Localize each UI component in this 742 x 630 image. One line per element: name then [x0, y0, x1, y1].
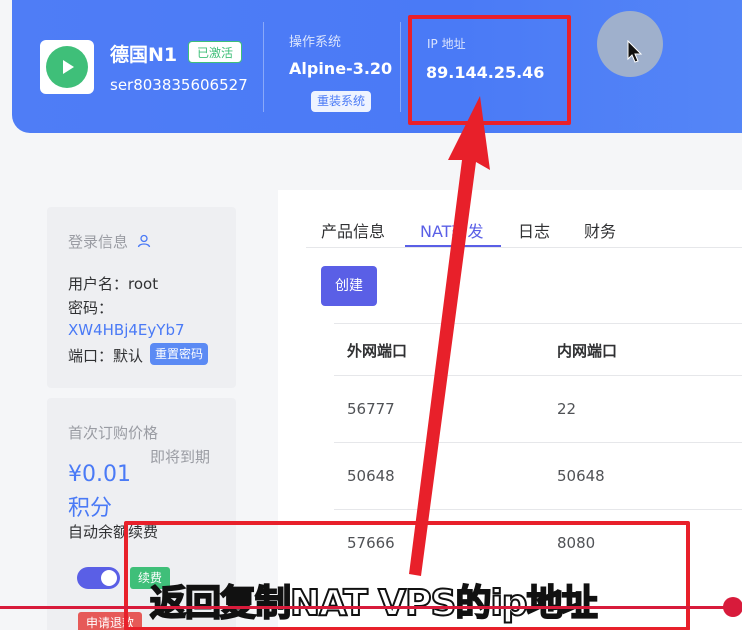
- annotation-arrow: [409, 96, 490, 576]
- video-progress-handle[interactable]: [723, 597, 742, 617]
- video-caption: 返回复制NAT VPS的ip地址: [149, 582, 599, 625]
- video-progress-bar[interactable]: [0, 606, 742, 609]
